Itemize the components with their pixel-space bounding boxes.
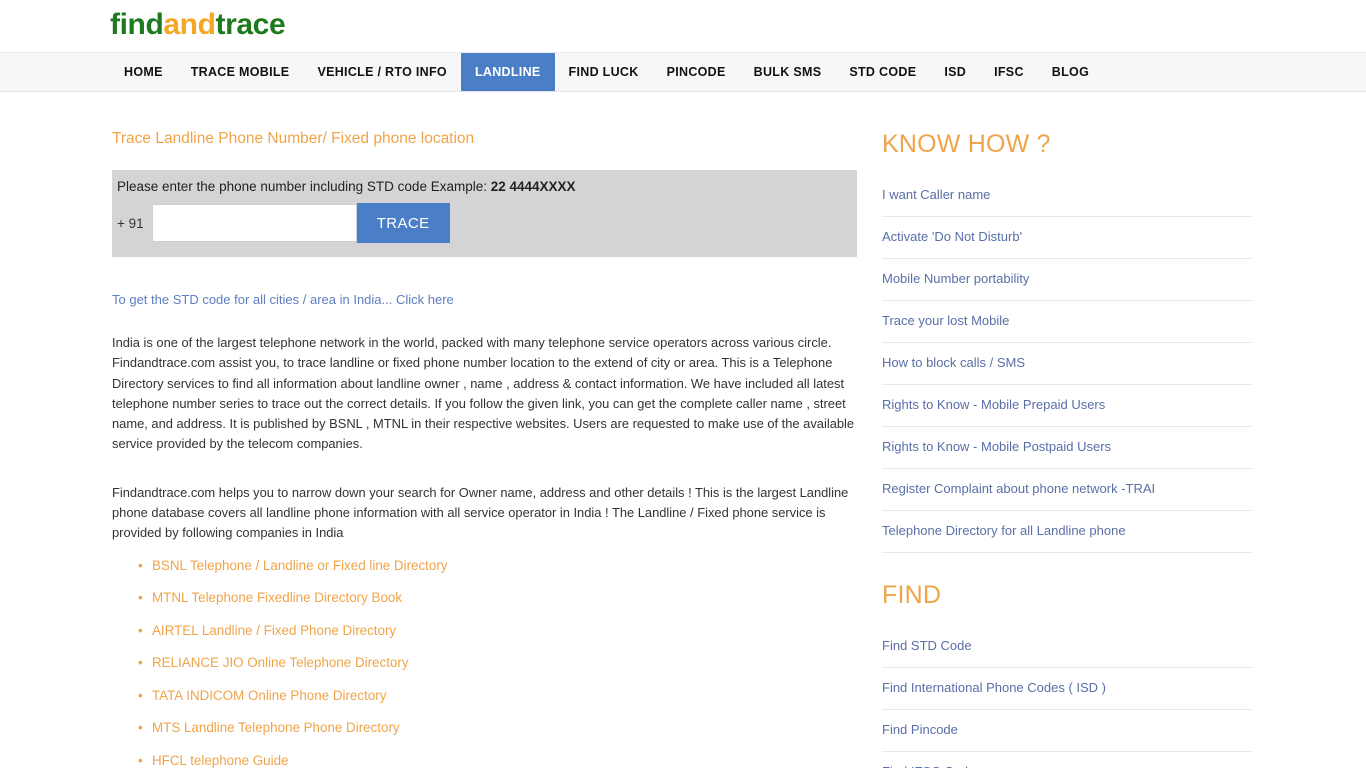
logo-text-find: find: [110, 8, 164, 41]
page-title: Trace Landline Phone Number/ Fixed phone…: [112, 130, 475, 147]
know-how-links: I want Caller name Activate 'Do Not Distu…: [882, 175, 1252, 553]
page-body: Trace Landline Phone Number/ Fixed phone…: [0, 92, 1366, 768]
list-item: Register Complaint about phone network -…: [882, 469, 1252, 511]
nav-item-landline[interactable]: LANDLINE: [460, 53, 555, 91]
trace-form-box: Please enter the phone number including …: [112, 170, 857, 257]
know-how-link[interactable]: How to block calls / SMS: [882, 355, 1025, 370]
sidebar: KNOW HOW ? I want Caller name Activate 'D…: [882, 130, 1252, 768]
know-how-link[interactable]: Register Complaint about phone network -…: [882, 481, 1155, 496]
find-heading: FIND: [882, 581, 942, 609]
find-links: Find STD Code Find International Phone Co…: [882, 626, 1252, 768]
know-how-link[interactable]: I want Caller name: [882, 187, 990, 202]
list-item: I want Caller name: [882, 175, 1252, 217]
list-item: Activate 'Do Not Disturb': [882, 217, 1252, 259]
logo-text-and: and: [163, 8, 216, 41]
find-link[interactable]: Find Pincode: [882, 722, 958, 737]
directory-link-item[interactable]: MTNL Telephone Fixedline Directory Book: [138, 590, 857, 605]
nav-item-trace-mobile[interactable]: TRACE MOBILE: [177, 53, 304, 91]
nav-item-ifsc[interactable]: IFSC: [980, 53, 1038, 91]
phone-number-input[interactable]: [151, 204, 357, 242]
directory-link-item[interactable]: MTS Landline Telephone Phone Directory: [138, 720, 857, 735]
trace-form-row: + 91 TRACE: [112, 203, 857, 257]
intro-paragraph-1: India is one of the largest telephone ne…: [112, 335, 855, 452]
nav-item-find-luck[interactable]: FIND LUCK: [555, 53, 653, 91]
nav-item-blog[interactable]: BLOG: [1038, 53, 1103, 91]
trace-hint-text: Please enter the phone number including …: [117, 179, 491, 194]
know-how-link[interactable]: Trace your lost Mobile: [882, 313, 1009, 328]
directory-link-item[interactable]: BSNL Telephone / Landline or Fixed line …: [138, 558, 857, 573]
country-code-label: + 91: [117, 215, 144, 231]
trace-form-hint: Please enter the phone number including …: [112, 170, 857, 203]
nav-item-vehicle-rto-info[interactable]: VEHICLE / RTO INFO: [303, 53, 460, 91]
list-item: Rights to Know - Mobile Postpaid Users: [882, 427, 1252, 469]
site-logo[interactable]: findandtrace: [110, 8, 286, 42]
list-item: Mobile Number portability: [882, 259, 1252, 301]
main-navigation: HOME TRACE MOBILE VEHICLE / RTO INFO LANDLI…: [0, 52, 1366, 92]
directory-link-item[interactable]: TATA INDICOM Online Phone Directory: [138, 688, 857, 703]
list-item: Rights to Know - Mobile Prepaid Users: [882, 385, 1252, 427]
intro-paragraph-2: Findandtrace.com helps you to narrow dow…: [112, 484, 849, 541]
know-how-link[interactable]: Telephone Directory for all Landline pho…: [882, 523, 1126, 538]
know-how-link[interactable]: Mobile Number portability: [882, 271, 1029, 286]
logo-text-trace: trace: [215, 8, 286, 41]
directory-links-list: BSNL Telephone / Landline or Fixed line …: [112, 558, 857, 768]
list-item: Find STD Code: [882, 626, 1252, 668]
main-content-column: Trace Landline Phone Number/ Fixed phone…: [112, 130, 857, 768]
list-item: Find International Phone Codes ( ISD ): [882, 668, 1252, 710]
nav-item-std-code[interactable]: STD CODE: [835, 53, 930, 91]
find-link[interactable]: Find International Phone Codes ( ISD ): [882, 680, 1106, 695]
list-item: Trace your lost Mobile: [882, 301, 1252, 343]
trace-button[interactable]: TRACE: [356, 203, 450, 243]
directory-link-item[interactable]: AIRTEL Landline / Fixed Phone Directory: [138, 623, 857, 638]
know-how-heading: KNOW HOW ?: [882, 130, 1051, 158]
trace-hint-example: 22 4444XXXX: [490, 179, 576, 194]
nav-item-isd[interactable]: ISD: [930, 53, 980, 91]
directory-link-item[interactable]: HFCL telephone Guide: [138, 753, 857, 768]
std-code-link[interactable]: To get the STD code for all cities / are…: [112, 292, 454, 307]
find-link[interactable]: Find STD Code: [882, 638, 972, 653]
list-item: How to block calls / SMS: [882, 343, 1252, 385]
list-item: Find Pincode: [882, 710, 1252, 752]
list-item: Find IFSC Code: [882, 752, 1252, 768]
directory-link-item[interactable]: RELIANCE JIO Online Telephone Directory: [138, 655, 857, 670]
know-how-link[interactable]: Activate 'Do Not Disturb': [882, 229, 1022, 244]
nav-item-bulk-sms[interactable]: BULK SMS: [740, 53, 836, 91]
know-how-link[interactable]: Rights to Know - Mobile Postpaid Users: [882, 439, 1111, 454]
site-header: findandtrace: [0, 0, 1366, 52]
nav-item-home[interactable]: HOME: [110, 53, 177, 91]
list-item: Telephone Directory for all Landline pho…: [882, 511, 1252, 553]
know-how-link[interactable]: Rights to Know - Mobile Prepaid Users: [882, 397, 1105, 412]
nav-item-pincode[interactable]: PINCODE: [653, 53, 740, 91]
find-link[interactable]: Find IFSC Code: [882, 764, 975, 768]
